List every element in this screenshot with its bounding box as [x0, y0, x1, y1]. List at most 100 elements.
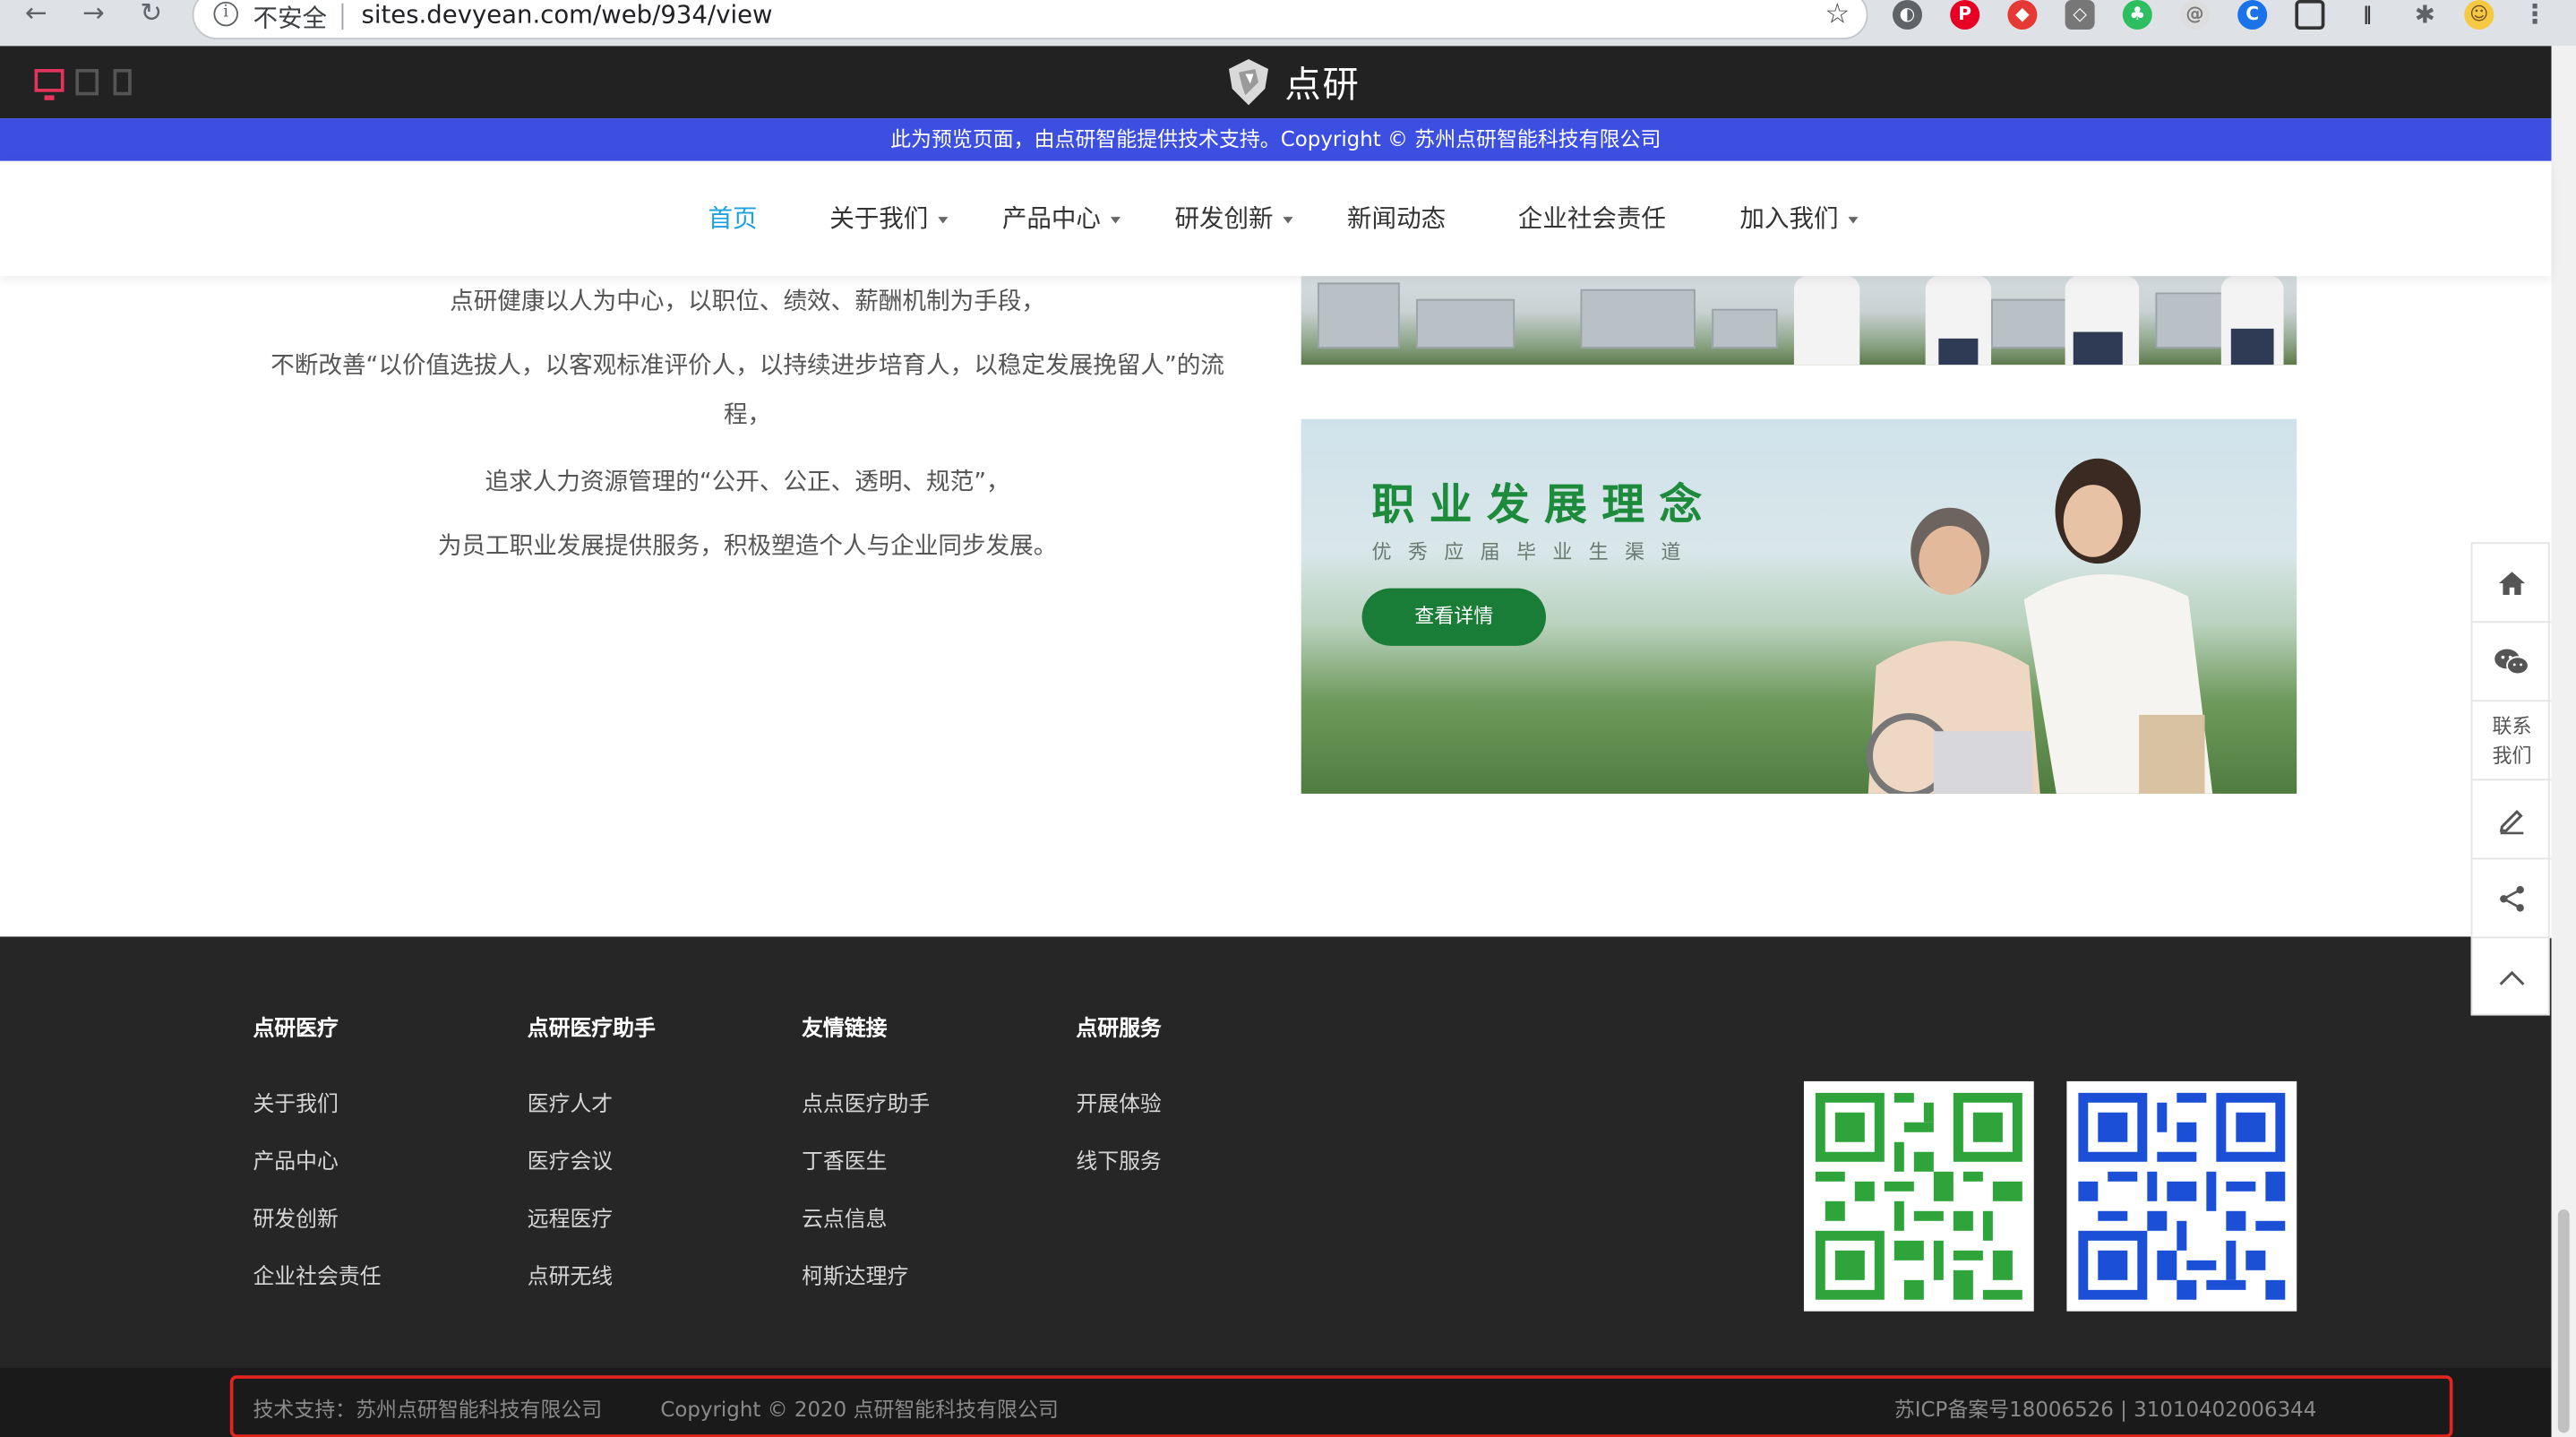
extension-bars-icon[interactable]: ‖: [2353, 0, 2383, 30]
nav-products[interactable]: 产品中心: [1002, 201, 1121, 236]
career-banner[interactable]: 职业发展理念 优秀应届毕业生渠道 查看详情: [1301, 418, 2297, 794]
contact-us-button[interactable]: 联系 我们: [2472, 701, 2552, 781]
app-qr-code: [2066, 1080, 2297, 1312]
screenshot-icon[interactable]: [2295, 0, 2325, 30]
nav-about-label: 关于我们: [829, 203, 929, 234]
tablet-view-icon[interactable]: [75, 69, 99, 96]
profile-avatar[interactable]: ☺: [2464, 0, 2494, 30]
footer-link[interactable]: 产品中心: [253, 1144, 338, 1175]
nav-csr[interactable]: 企业社会责任: [1518, 201, 1666, 236]
page-scrollbar[interactable]: [2551, 46, 2576, 1437]
reload-icon[interactable]: ↻: [134, 0, 167, 33]
team-running-photo: [1301, 276, 2297, 366]
contact-us-label: 联系 我们: [2492, 710, 2531, 770]
nav-join-label: 加入我们: [1739, 203, 1839, 234]
address-separator: [341, 3, 344, 30]
phone-view-icon[interactable]: [113, 69, 132, 96]
footer-column-title: 点研医疗助手: [527, 1017, 656, 1042]
nav-products-label: 产品中心: [1001, 203, 1101, 234]
footer-link[interactable]: 柯斯达理疗: [802, 1259, 908, 1290]
banner-subtitle: 优秀应届毕业生渠道: [1371, 540, 1697, 564]
footer-column-title: 友情链接: [802, 1017, 888, 1042]
content-paragraph: 点研健康以人为中心，以职位、绩效、薪酬机制为手段，: [450, 288, 1046, 316]
preview-header: 点研: [0, 46, 2552, 119]
feedback-button[interactable]: [2472, 780, 2552, 860]
bookmark-star-icon[interactable]: ☆: [1825, 0, 1850, 31]
content-paragraph: 追求人力资源管理的“公开、公正、透明、规范”，: [485, 469, 1010, 496]
copyright-text: Copyright © 2020 点研智能科技有限公司: [660, 1397, 1059, 1422]
icp-text[interactable]: 苏ICP备案号18006526 | 31010402006344: [1894, 1392, 2317, 1424]
extension-at-icon[interactable]: @: [2179, 0, 2210, 30]
chevron-down-icon: [938, 216, 949, 223]
nav-home[interactable]: 首页: [708, 201, 758, 236]
browser-menu-icon[interactable]: ⋮: [2520, 0, 2550, 30]
main-navigation: 首页 关于我们 产品中心 研发创新 新闻动态 企业社会责任 加入我们: [0, 160, 2552, 277]
footer-link[interactable]: 线下服务: [1076, 1144, 1161, 1175]
extension-red-icon[interactable]: ◆: [2007, 0, 2038, 30]
insecure-label: 不安全: [253, 3, 328, 33]
footer-link[interactable]: 研发创新: [253, 1201, 338, 1233]
edit-pen-icon: [2499, 809, 2524, 834]
floating-toolbar: 联系 我们: [2470, 542, 2552, 1017]
info-icon[interactable]: i: [213, 1, 238, 27]
url-text[interactable]: sites.devyean.com/web/934/view: [362, 0, 773, 30]
pinterest-icon[interactable]: P: [1950, 0, 1980, 30]
footer-column-title: 点研医疗: [253, 1017, 339, 1042]
shield-extension-icon[interactable]: ◇: [2065, 0, 2095, 30]
brand-shield-icon: [1228, 59, 1269, 106]
nav-rnd-label: 研发创新: [1174, 203, 1274, 234]
footer-link[interactable]: 云点信息: [802, 1201, 887, 1233]
scrollbar-thumb[interactable]: [2557, 1209, 2570, 1433]
footer-column-title: 点研服务: [1076, 1017, 1162, 1042]
qr-code-blue: [2078, 1092, 2286, 1300]
nav-rnd[interactable]: 研发创新: [1174, 201, 1293, 236]
back-arrow-icon[interactable]: ←: [20, 0, 53, 33]
browser-toolbar: ← → ↻ i 不安全 sites.devyean.com/web/934/vi…: [0, 0, 2576, 47]
chevron-down-icon: [1283, 216, 1293, 223]
site-footer: 点研医疗 关于我们 产品中心 研发创新 企业社会责任 点研医疗助手 医疗人才 医…: [0, 936, 2552, 1368]
footer-link[interactable]: 开展体验: [1076, 1086, 1161, 1118]
desktop-view-icon[interactable]: [34, 69, 64, 100]
extensions-puzzle-icon[interactable]: ✱: [2410, 0, 2440, 30]
footer-link[interactable]: 医疗人才: [528, 1086, 613, 1118]
evernote-icon[interactable]: ♣: [2122, 0, 2152, 30]
brand-logo[interactable]: 点研: [1223, 53, 1361, 112]
share-button[interactable]: [2472, 859, 2552, 939]
footer-link[interactable]: 丁香医生: [802, 1144, 887, 1175]
forward-arrow-icon[interactable]: →: [77, 0, 110, 33]
preview-notice: 此为预览页面，由点研智能提供技术支持。Copyright © 苏州点研智能科技有…: [0, 118, 2552, 161]
chevron-down-icon: [1110, 216, 1121, 223]
share-icon: [2500, 885, 2524, 911]
back-to-top-button[interactable]: [2472, 938, 2551, 1017]
content-section: 点研健康以人为中心，以职位、绩效、薪酬机制为手段， 不断改善“以价值选拔人，以客…: [0, 276, 2552, 937]
chevron-down-icon: [1848, 216, 1859, 223]
home-button[interactable]: [2472, 544, 2552, 624]
content-paragraph: 为员工职业发展提供服务，积极塑造个人与企业同步发展。: [437, 534, 1058, 561]
wechat-button[interactable]: [2472, 623, 2552, 702]
footer-link[interactable]: 医疗会议: [528, 1144, 613, 1175]
footer-link[interactable]: 企业社会责任: [253, 1259, 381, 1290]
contact-label-line: 我们: [2492, 743, 2532, 767]
content-paragraph: 不断改善“以价值选拔人，以客观标准评价人，以持续进步培育人，以稳定发展挽留人”的…: [270, 353, 1224, 429]
home-icon: [2498, 571, 2526, 595]
extension-moon-icon[interactable]: ◐: [1892, 0, 1923, 30]
footer-link[interactable]: 点点医疗助手: [802, 1086, 930, 1118]
footer-link[interactable]: 远程医疗: [528, 1201, 613, 1233]
banner-title: 职业发展理念: [1371, 481, 1717, 531]
qr-code-green: [1815, 1092, 2022, 1300]
nav-join[interactable]: 加入我们: [1739, 201, 1859, 236]
footer-link[interactable]: 关于我们: [253, 1086, 338, 1118]
address-bar[interactable]: i 不安全 sites.devyean.com/web/934/view ☆: [192, 0, 1868, 40]
contact-label-line: 联系: [2492, 713, 2532, 737]
wechat-qr-code: [1803, 1080, 2034, 1312]
chevron-up-icon: [2499, 970, 2525, 985]
tech-support-text: 技术支持：苏州点研智能科技有限公司: [253, 1397, 603, 1422]
elderly-woman-illustration: [1866, 507, 2040, 794]
footer-link[interactable]: 点研无线: [528, 1259, 613, 1290]
wechat-icon: [2494, 648, 2529, 675]
nav-about[interactable]: 关于我们: [829, 201, 949, 236]
footer-bottom-bar: 技术支持：苏州点研智能科技有限公司 Copyright © 2020 点研智能科…: [0, 1367, 2552, 1437]
extension-blue-icon[interactable]: C: [2237, 0, 2268, 30]
view-details-button[interactable]: 查看详情: [1361, 588, 1546, 646]
nav-news[interactable]: 新闻动态: [1347, 201, 1446, 236]
